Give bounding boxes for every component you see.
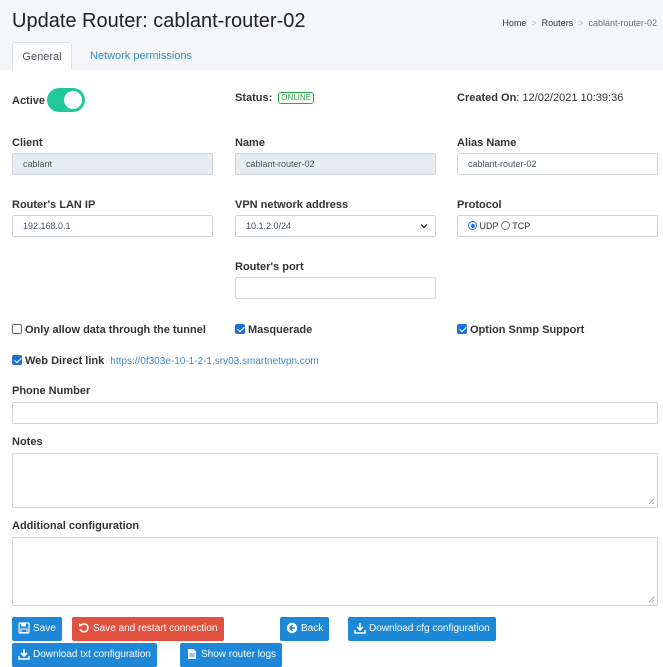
- download-icon: [354, 623, 366, 634]
- save-button-label: Save: [33, 623, 56, 634]
- tab-general[interactable]: General: [12, 42, 72, 71]
- floppy-disk-icon: [18, 622, 30, 634]
- created-value: : 12/02/2021 10:39:36: [516, 92, 624, 104]
- resize-handle-icon[interactable]: [648, 498, 655, 505]
- form-panel: Active Status: ONLINE Created On: 12/02/2…: [0, 70, 663, 667]
- page-title: Update Router: cablant-router-02: [12, 10, 306, 32]
- breadcrumb-current: cablant-router-02: [588, 18, 657, 28]
- additional-config-label: Additional configuration: [12, 520, 140, 532]
- protocol-tcp-label: TCP: [512, 221, 531, 231]
- breadcrumb-separator: >: [578, 18, 584, 28]
- show-logs-button[interactable]: Show router logs: [180, 643, 283, 667]
- back-button[interactable]: Back: [280, 617, 330, 641]
- vpn-select-value: 10.1.2.0/24: [246, 221, 292, 231]
- web-direct-checkbox[interactable]: [12, 355, 22, 365]
- show-logs-button-label: Show router logs: [201, 649, 277, 660]
- resize-handle-icon[interactable]: [648, 596, 655, 603]
- protocol-radio-group: UDP TCP: [457, 215, 658, 237]
- back-button-label: Back: [301, 623, 324, 634]
- breadcrumb-home[interactable]: Home: [502, 18, 526, 28]
- download-txt-button-label: Download txt configuration: [33, 649, 151, 660]
- lan-ip-label: Router's LAN IP: [12, 199, 96, 211]
- status-badge: ONLINE: [278, 92, 315, 104]
- port-label: Router's port: [235, 261, 304, 273]
- masquerade-option: Masquerade: [235, 324, 312, 336]
- alias-label: Alias Name: [457, 137, 517, 149]
- web-direct-label: Web Direct link: [25, 355, 105, 367]
- download-txt-button[interactable]: Download txt configuration: [12, 643, 157, 667]
- snmp-label: Option Snmp Support: [470, 324, 585, 336]
- active-label: Active: [12, 95, 46, 107]
- lan-ip-input[interactable]: 192.168.0.1: [12, 215, 213, 237]
- tunnel-only-checkbox[interactable]: [12, 324, 22, 334]
- protocol-label: Protocol: [457, 199, 502, 211]
- name-label: Name: [235, 137, 265, 149]
- save-restart-button-label: Save and restart connection: [93, 623, 218, 634]
- client-input: cablant: [12, 153, 213, 175]
- protocol-udp-label: UDP: [479, 221, 499, 231]
- download-cfg-button[interactable]: Download cfg configuration: [348, 617, 496, 641]
- phone-input[interactable]: [12, 402, 658, 424]
- file-text-icon: [188, 649, 196, 659]
- snmp-checkbox[interactable]: [457, 324, 467, 334]
- vpn-select[interactable]: 10.1.2.0/24: [235, 215, 436, 237]
- restart-icon: [79, 623, 89, 633]
- created-on: Created On: 12/02/2021 10:39:36: [457, 92, 623, 104]
- status-label: Status:: [235, 92, 273, 104]
- phone-label: Phone Number: [12, 385, 91, 397]
- snmp-option: Option Snmp Support: [457, 324, 584, 336]
- toggle-knob: [64, 91, 82, 109]
- save-restart-button[interactable]: Save and restart connection: [72, 617, 224, 641]
- notes-label: Notes: [12, 436, 43, 448]
- chevron-down-icon: [420, 224, 428, 229]
- protocol-tcp-radio[interactable]: [500, 221, 510, 230]
- breadcrumb-routers[interactable]: Routers: [542, 18, 574, 28]
- breadcrumb: Home > Routers > cablant-router-02: [502, 18, 657, 28]
- status-field: Status: ONLINE: [235, 92, 315, 104]
- notes-textarea[interactable]: [12, 453, 658, 508]
- port-input[interactable]: [235, 277, 436, 299]
- active-toggle[interactable]: [47, 88, 85, 112]
- masquerade-checkbox[interactable]: [235, 324, 245, 334]
- additional-config-textarea[interactable]: [12, 537, 658, 606]
- web-direct-link[interactable]: https://0f303e-10-1-2-1.srv03.smartnetvp…: [110, 356, 318, 367]
- page-header: Update Router: cablant-router-02 Home > Ro…: [0, 0, 663, 71]
- tunnel-only-option: Only allow data through the tunnel: [12, 324, 206, 336]
- client-label: Client: [12, 137, 43, 149]
- download-icon: [18, 649, 30, 660]
- arrow-left-circle-icon: [286, 622, 298, 634]
- alias-input[interactable]: cablant-router-02: [457, 153, 658, 175]
- breadcrumb-separator: >: [531, 18, 537, 28]
- masquerade-label: Masquerade: [248, 324, 313, 336]
- tunnel-only-label: Only allow data through the tunnel: [25, 324, 206, 336]
- web-direct-option: Web Direct link https://0f303e-10-1-2-1.s…: [12, 355, 319, 367]
- created-label: Created On: [457, 92, 517, 104]
- download-cfg-button-label: Download cfg configuration: [369, 623, 490, 634]
- tab-network-permissions[interactable]: Network permissions: [86, 42, 196, 71]
- vpn-label: VPN network address: [235, 199, 349, 211]
- protocol-udp-radio[interactable]: [468, 221, 477, 230]
- name-input: cablant-router-02: [235, 153, 436, 175]
- save-button[interactable]: Save: [12, 617, 62, 641]
